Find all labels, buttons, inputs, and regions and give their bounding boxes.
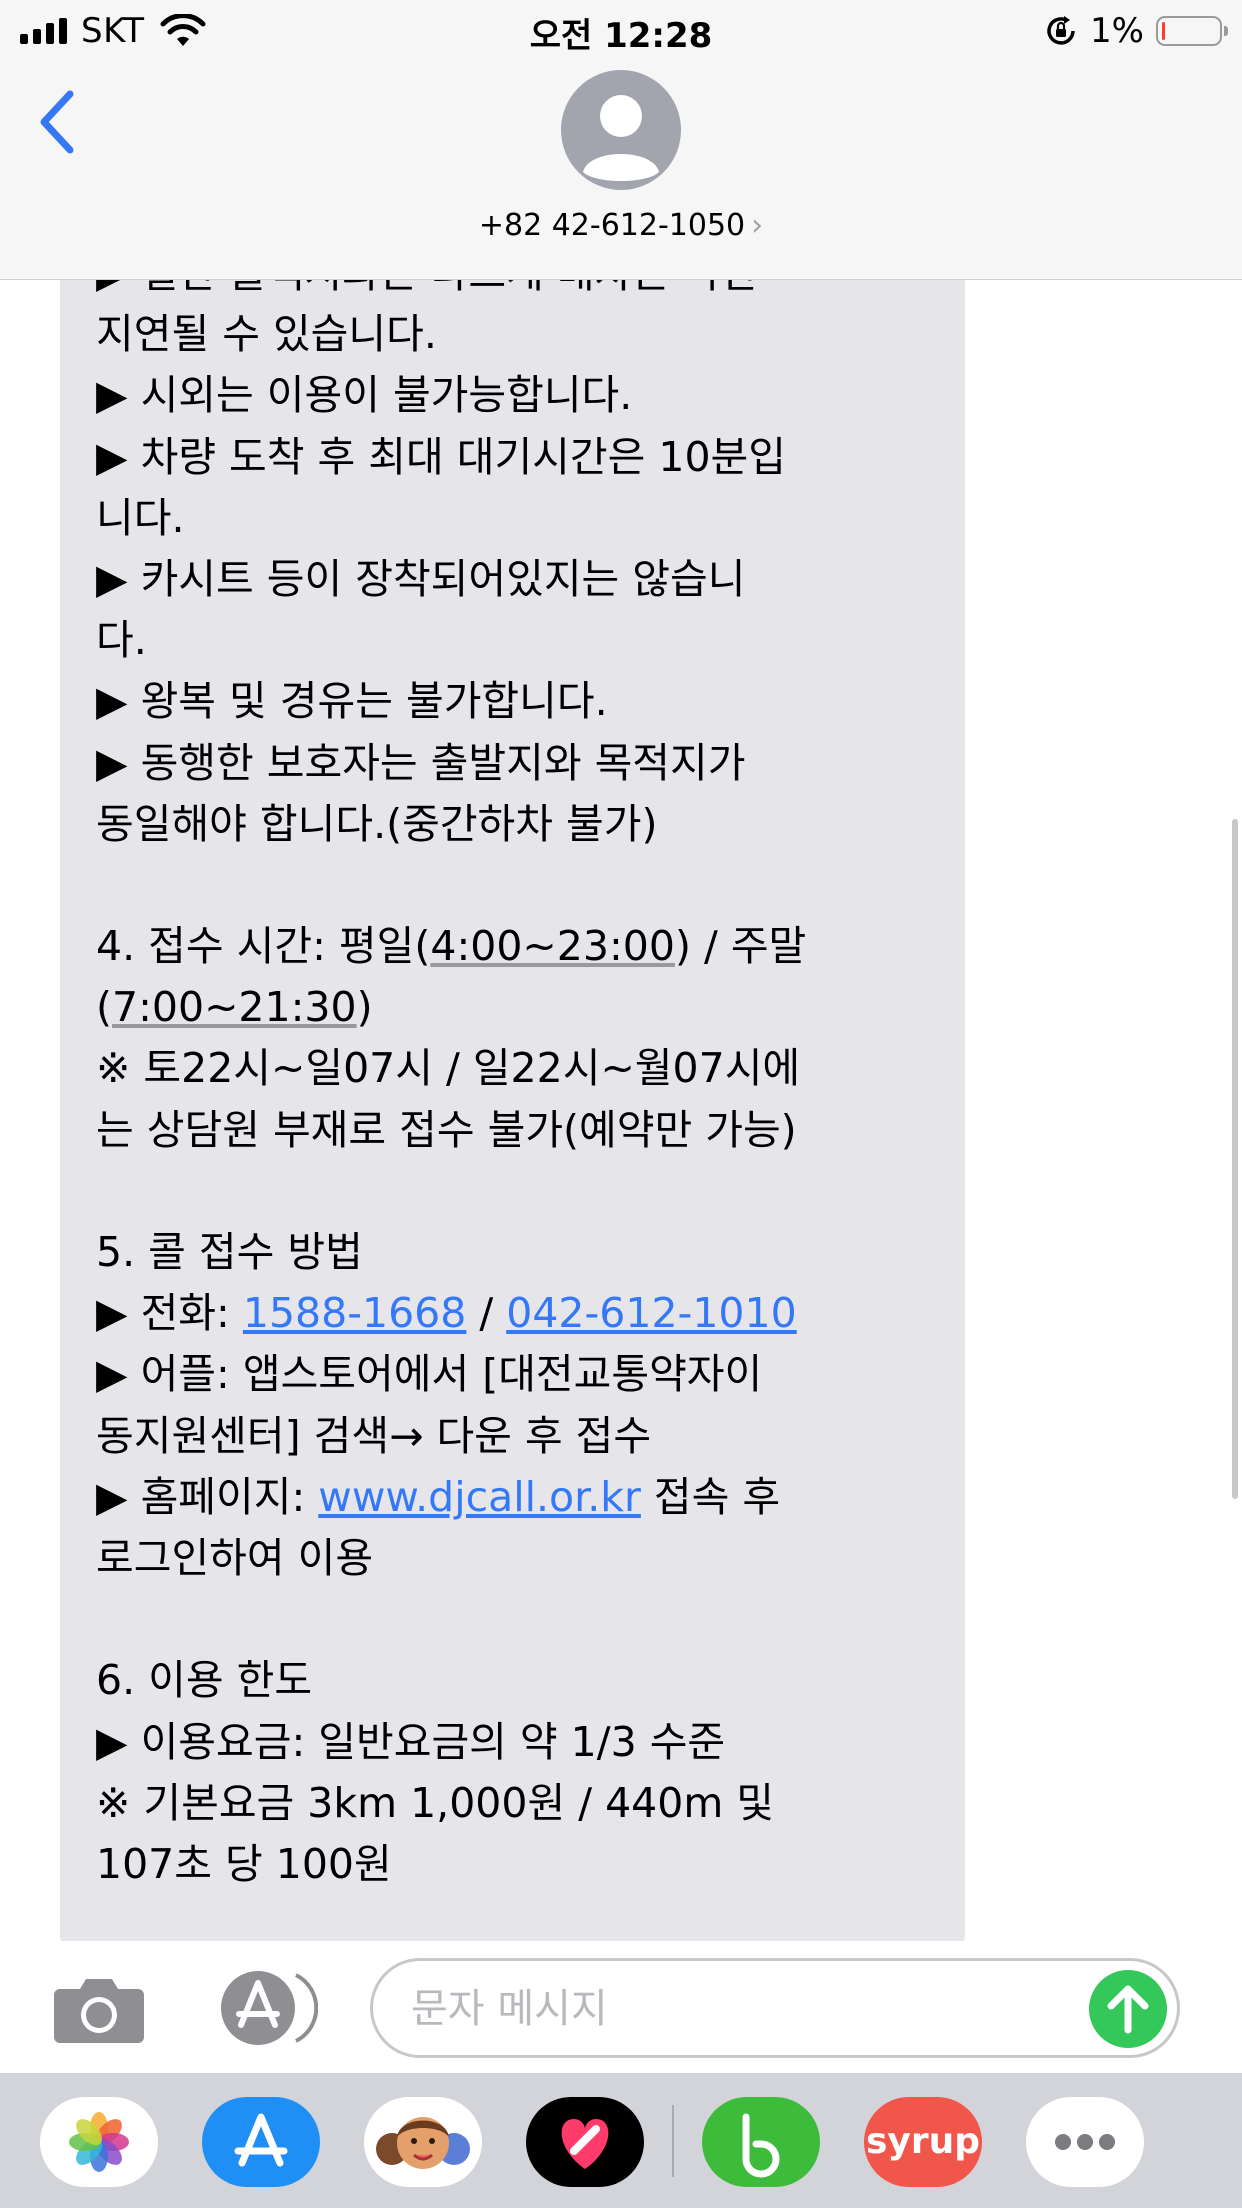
b-app-icon[interactable] — [702, 2097, 820, 2187]
conversation-area[interactable]: ▶ 일반 콜택시와는 다르게 배차는 약간 지연될 수 있습니다. ▶ 시외는 … — [0, 279, 1242, 1941]
message-line: ▶ 어플: 앱스토어에서 [대전교통약자이 — [96, 1350, 763, 1399]
time-detected[interactable]: 4:00~23:00 — [430, 922, 675, 970]
text-segment: / — [466, 1289, 507, 1338]
conversation-header: SKT 오전 12:28 1% +82 42-612-1050 › — [0, 0, 1242, 280]
ellipsis-icon — [1055, 2134, 1115, 2150]
battery-percent: 1% — [1090, 11, 1144, 51]
message-line: ▶ 홈페이지: www.djcall.or.kr 접속 후 — [96, 1467, 956, 1528]
input-bar — [0, 1941, 1242, 2073]
text-segment: ) / 주말 — [674, 922, 807, 971]
person-icon — [583, 95, 659, 181]
status-bar: SKT 오전 12:28 1% — [0, 0, 1242, 62]
syrup-app-icon[interactable]: syrup — [864, 2097, 982, 2187]
app-store-glyph-icon — [234, 2113, 288, 2167]
website-link[interactable]: www.djcall.or.kr — [318, 1473, 641, 1521]
contact-number[interactable]: +82 42-612-1050 — [479, 208, 745, 243]
message-text: ▶ 일반 콜택시와는 다르게 배차는 약간 지연될 수 있습니다. ▶ 시외는 … — [96, 279, 956, 1895]
photos-icon — [69, 2112, 129, 2172]
contact-avatar[interactable] — [561, 70, 681, 190]
memoji-app-icon[interactable] — [364, 2097, 482, 2187]
message-line: ※ 기본요금 3km 1,000원 / 440m 및 — [96, 1778, 775, 1827]
message-line: 니다. — [96, 493, 185, 542]
message-line: (7:00~21:30) — [96, 977, 956, 1038]
message-line: ▶ 전화: 1588-1668 / 042-612-1010 — [96, 1283, 956, 1344]
syrup-label: syrup — [865, 2121, 981, 2162]
message-line: ▶ 시외는 이용이 불가능합니다. — [96, 371, 633, 420]
message-line: ※ 토22시~일07시 / 일22시~월07시에 — [96, 1044, 801, 1093]
chevron-left-icon[interactable] — [34, 88, 78, 156]
message-line: ▶ 동행한 보호자는 출발지와 목적지가 — [96, 738, 746, 787]
message-line: 동지원센터] 검색→ 다운 후 접수 — [96, 1411, 652, 1460]
message-line — [96, 1161, 956, 1222]
contact-name[interactable]: +82 42-612-1050 › — [0, 208, 1242, 243]
digital-touch-app-icon[interactable] — [526, 2097, 644, 2187]
text-segment: 4. 접수 시간: 평일( — [96, 922, 431, 971]
phone-link[interactable]: 042-612-1010 — [506, 1289, 796, 1337]
scroll-indicator[interactable] — [1232, 819, 1238, 1499]
message-input[interactable] — [409, 1961, 1093, 2057]
app-drawer: syrup — [0, 2073, 1242, 2208]
photos-app-icon[interactable] — [40, 2097, 158, 2187]
heart-icon — [561, 2119, 609, 2169]
status-right: 1% — [1044, 10, 1228, 52]
message-line: 4. 접수 시간: 평일(4:00~23:00) / 주말 — [96, 916, 956, 977]
message-line: 로그인하여 이용 — [96, 1533, 374, 1582]
message-line: ▶ 일반 콜택시와는 다르게 배차는 약간 — [96, 279, 956, 304]
phone-link[interactable]: 1588-1668 — [243, 1289, 466, 1337]
text-segment: ▶ 홈페이지: — [96, 1472, 319, 1521]
message-line: ▶ 차량 도착 후 최대 대기시간은 10분입 — [96, 432, 786, 481]
text-segment: ) — [356, 983, 373, 1032]
send-button[interactable] — [1089, 1970, 1167, 2048]
message-line — [96, 1589, 956, 1650]
memoji-icon — [376, 2117, 470, 2169]
more-apps-button[interactable] — [1026, 2097, 1144, 2187]
arrow-up-icon — [1107, 1985, 1149, 2034]
message-line: 는 상담원 부재로 접수 불가(예약만 가능) — [96, 1105, 797, 1154]
message-input-field[interactable] — [370, 1958, 1180, 2058]
battery-icon — [1156, 16, 1228, 46]
message-line: 지연될 수 있습니다. — [96, 310, 437, 359]
message-line: 5. 콜 접수 방법 — [96, 1228, 363, 1276]
text-segment: ▶ 전화: — [96, 1289, 243, 1338]
text-segment: ( — [96, 983, 112, 1032]
chevron-right-icon: › — [751, 208, 764, 243]
message-line: 다. — [96, 616, 147, 665]
b-logo-icon — [742, 2113, 780, 2178]
text-segment: 접속 후 — [640, 1472, 781, 1521]
orientation-lock-icon — [1047, 16, 1075, 45]
message-line — [96, 855, 956, 916]
camera-icon[interactable] — [52, 1975, 146, 2043]
drawer-divider — [672, 2105, 674, 2177]
time-detected[interactable]: 7:00~21:30 — [112, 983, 357, 1031]
app-store-app-icon[interactable] — [202, 2097, 320, 2187]
message-line: ▶ 이용요금: 일반요금의 약 1/3 수준 — [96, 1717, 726, 1766]
message-line: ▶ 카시트 등이 장착되어있지는 않습니 — [96, 554, 746, 603]
message-line: 107초 당 100원 — [96, 1839, 392, 1888]
message-line: 동일해야 합니다.(중간하차 불가) — [96, 799, 658, 848]
battery-level — [1162, 22, 1165, 40]
app-store-icon[interactable] — [210, 1969, 318, 2047]
message-line: ▶ 왕복 및 경유는 불가합니다. — [96, 677, 608, 726]
message-line: 6. 이용 한도 — [96, 1656, 313, 1705]
